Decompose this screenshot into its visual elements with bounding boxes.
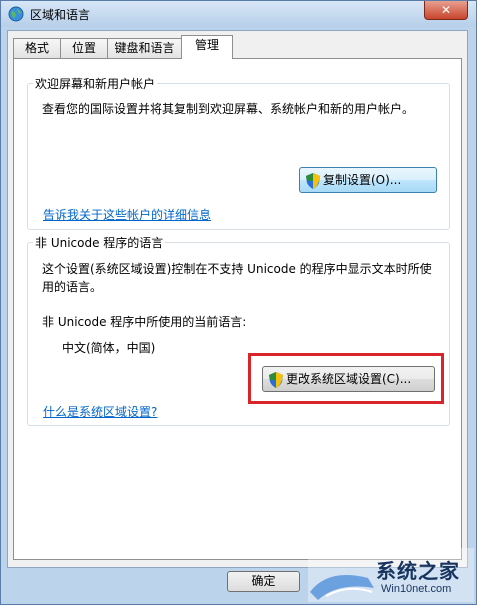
tab-label: 格式: [24, 41, 49, 55]
current-language-label: 非 Unicode 程序中所使用的当前语言:: [42, 315, 247, 329]
unicode-description-line2: 用的语言。: [42, 280, 103, 294]
unicode-description-line1: 这个设置(系统区域设置)控制在不支持 Unicode 的程序中显示文本时所使: [42, 262, 432, 276]
title-bar[interactable]: 区域和语言: [1, 1, 476, 27]
current-language-value: 中文(简体，中国): [62, 341, 156, 355]
copy-settings-label: 复制设置(O)...: [323, 173, 402, 187]
uac-shield-icon: [306, 172, 320, 189]
tab-keyboard-language[interactable]: 键盘和语言: [107, 38, 182, 58]
red-highlight-box: [248, 353, 444, 404]
tab-administrative[interactable]: 管理: [181, 35, 233, 59]
copy-settings-button[interactable]: 复制设置(O)...: [299, 167, 437, 193]
globe-icon: [8, 6, 24, 22]
watermark-url: Win10net.com: [381, 583, 452, 595]
ok-label: 确定: [251, 574, 276, 588]
window-title: 区域和语言: [30, 8, 91, 22]
tab-format[interactable]: 格式: [13, 38, 61, 58]
unicode-group-title: 非 Unicode 程序的语言: [33, 234, 166, 251]
close-icon: ✕: [440, 3, 452, 17]
welcome-group-title: 欢迎屏幕和新用户帐户: [33, 75, 158, 92]
tab-label: 管理: [194, 38, 219, 52]
tab-label: 位置: [71, 41, 96, 55]
watermark-brand: 系统之家: [376, 559, 460, 583]
tab-label: 键盘和语言: [114, 41, 175, 55]
accounts-info-link[interactable]: 告诉我关于这些帐户的详细信息: [43, 206, 211, 223]
tab-location[interactable]: 位置: [60, 38, 108, 58]
system-locale-help-link[interactable]: 什么是系统区域设置?: [43, 403, 157, 420]
ok-button[interactable]: 确定: [227, 571, 300, 592]
close-button[interactable]: ✕: [424, 1, 468, 20]
welcome-description: 查看您的国际设置并将其复制到欢迎屏幕、系统帐户和新的用户帐户。: [42, 102, 415, 116]
